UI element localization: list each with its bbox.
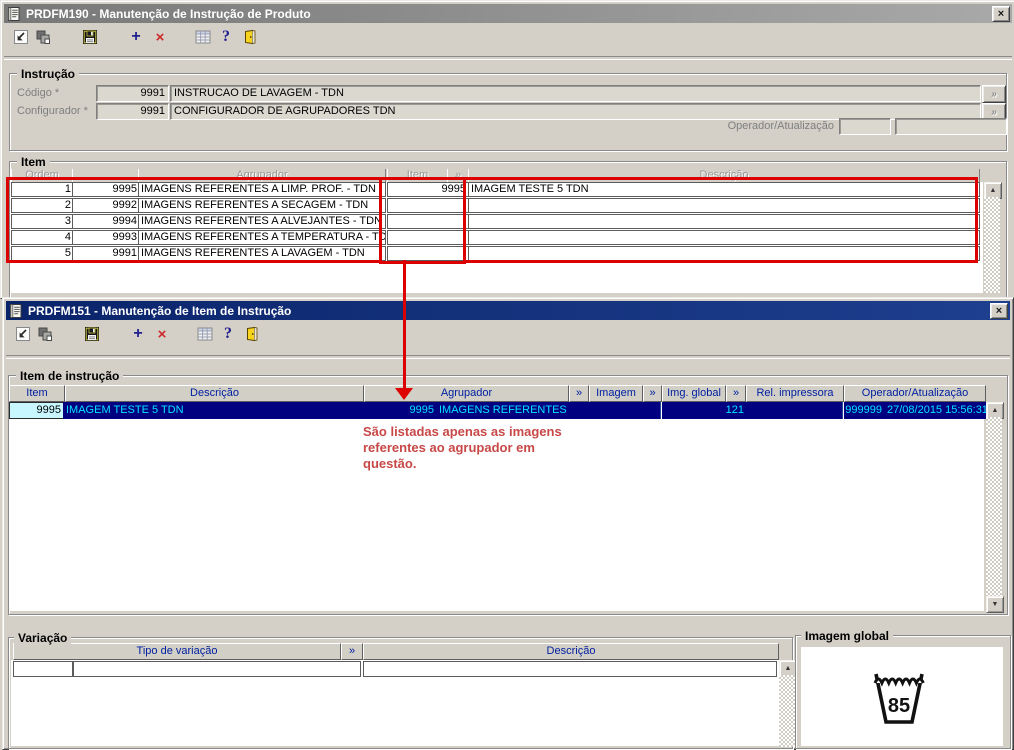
window1-toolbar: + × ? (4, 26, 1012, 54)
arrow-up-icon: ▲ (991, 407, 999, 414)
scrollbar-track[interactable] (984, 197, 1000, 293)
item-scrollbar[interactable]: ▲ (984, 182, 1002, 293)
col-header-img-global: Img. global (662, 385, 726, 402)
highlight-box-rows (6, 177, 382, 263)
delete-icon[interactable]: × (153, 325, 171, 343)
col-header-imagem: Imagem (589, 385, 643, 402)
col-header-tipo-variacao: Tipo de variação (13, 643, 341, 660)
delete-icon[interactable]: × (151, 28, 169, 46)
arrow-down-icon: ▼ (991, 601, 999, 608)
row-atualizacao-cell[interactable]: 27/08/2015 15:56:31 (884, 402, 988, 419)
variacao-row-codigo-cell[interactable] (13, 661, 73, 677)
item-legend: Item (17, 155, 50, 169)
highlight-box-item-column (379, 177, 466, 264)
col-header-item: Item (9, 385, 65, 402)
codigo-field[interactable]: 9991 (96, 85, 169, 102)
col-header-chevron: » (341, 643, 363, 660)
toolbar-separator (4, 56, 1012, 60)
col-header-operador: Operador/Atualização (844, 385, 986, 402)
browse-grid-icon[interactable] (196, 325, 214, 343)
row-descricao-cell[interactable]: IMAGEM TESTE 5 TDN (63, 402, 366, 419)
scroll-down-button[interactable]: ▼ (986, 596, 1004, 613)
annotation-line: referentes ao agrupador em (363, 440, 535, 455)
row-operador-cell[interactable]: 999999 (844, 402, 886, 419)
variacao-row-descricao-cell[interactable] (363, 661, 777, 677)
imagem-global-legend: Imagem global (801, 629, 894, 643)
red-arrow-shaft (403, 260, 406, 388)
codigo-label: Código * (17, 87, 60, 99)
add-icon[interactable]: + (127, 28, 145, 46)
chevron-icon: » (732, 387, 740, 399)
document-icon (8, 6, 20, 21)
add-icon[interactable]: + (129, 325, 147, 343)
window2-toolbar: + × ? (6, 323, 1010, 351)
row-img-global-cell[interactable]: 121 (662, 402, 748, 419)
scrollbar-track[interactable] (779, 675, 795, 747)
col-header-chevron: » (569, 385, 589, 402)
configurador-field[interactable]: 9991 (96, 103, 169, 120)
highlight-box-descricao-column (463, 177, 978, 263)
cascade-windows-icon[interactable] (36, 325, 54, 343)
row-item-cell[interactable]: 9995 (9, 402, 65, 419)
window2-titlebar[interactable]: PRDFM151 - Manutenção de Item de Instruç… (6, 301, 1010, 320)
variacao-legend: Variação (14, 631, 72, 645)
cascade-windows-icon[interactable] (34, 28, 52, 46)
annotation-line: questão. (363, 456, 417, 471)
wash-temperature-value: 85 (888, 695, 910, 717)
codigo-desc-field[interactable]: INSTRUCAO DE LAVAGEM - TDN (170, 85, 981, 102)
wash-symbol-85-icon: 85 (873, 673, 925, 724)
window1-titlebar[interactable]: PRDFM190 - Manutenção de Instrução de Pr… (4, 4, 1012, 23)
browse-grid-icon[interactable] (194, 28, 212, 46)
operador-label: Operador/Atualização (727, 120, 834, 132)
arrow-up-icon: ▲ (989, 187, 997, 194)
variacao-scrollbar[interactable]: ▲ (779, 660, 797, 747)
window1-title: PRDFM190 - Manutenção de Instrução de Pr… (26, 6, 311, 21)
row-agrupador-codigo-cell[interactable]: 9995 (364, 402, 438, 419)
document-icon (10, 303, 22, 318)
save-icon[interactable] (81, 28, 99, 46)
operador-field[interactable] (839, 118, 891, 135)
col-header-chevron: » (726, 385, 746, 402)
window2-title: PRDFM151 - Manutenção de Item de Instruç… (28, 303, 292, 318)
help-icon[interactable]: ? (217, 28, 235, 46)
navigate-arrow-icon[interactable] (14, 325, 32, 343)
codigo-zoom-button[interactable]: » (982, 85, 1006, 103)
exit-door-icon[interactable] (241, 28, 259, 46)
chevron-icon: » (991, 106, 997, 118)
chevron-icon: » (649, 387, 656, 399)
window-prdfm151: PRDFM151 - Manutenção de Item de Instruç… (2, 297, 1014, 750)
item-instrucao-legend: Item de instrução (16, 369, 124, 383)
row-rel-impressora-cell[interactable] (746, 402, 843, 419)
help-icon[interactable]: ? (219, 325, 237, 343)
exit-door-icon[interactable] (243, 325, 261, 343)
save-icon[interactable] (83, 325, 101, 343)
row-imagem-cell[interactable] (569, 402, 661, 419)
configurador-label: Configurador * (17, 105, 88, 117)
atualizacao-field[interactable] (895, 118, 1007, 135)
col-header-descricao: Descrição (65, 385, 364, 402)
col-header-rel-impressora: Rel. impressora (746, 385, 844, 402)
navigate-arrow-icon[interactable] (12, 28, 30, 46)
window2-close-button[interactable]: × (990, 302, 1008, 319)
row-agrupador-descricao-cell[interactable]: IMAGENS REFERENTES A LIMP. PROF (436, 402, 571, 419)
item-instrucao-scrollbar[interactable]: ▲ ▼ (986, 402, 1004, 613)
chevron-icon: » (991, 88, 997, 100)
close-icon: × (995, 304, 1003, 317)
window1-close-button[interactable]: × (992, 5, 1010, 22)
variacao-row-tipo-cell[interactable] (73, 661, 361, 677)
col-header-chevron: » (643, 385, 662, 402)
annotation-line: São listadas apenas as imagens (363, 424, 562, 439)
close-icon: × (997, 7, 1005, 20)
toolbar-separator (6, 355, 1010, 359)
annotation-text: São listadas apenas as imagens referente… (363, 424, 562, 472)
scrollbar-track[interactable] (986, 417, 1002, 596)
red-arrow-head (395, 388, 413, 400)
arrow-up-icon: ▲ (784, 665, 792, 672)
col-header-descricao: Descrição (363, 643, 779, 660)
chevron-icon: » (348, 645, 356, 657)
desktop: { "glyphs": { "chevron": "»", "close": "… (0, 0, 1014, 750)
instrucao-legend: Instrução (17, 67, 80, 81)
chevron-icon: » (575, 387, 583, 399)
